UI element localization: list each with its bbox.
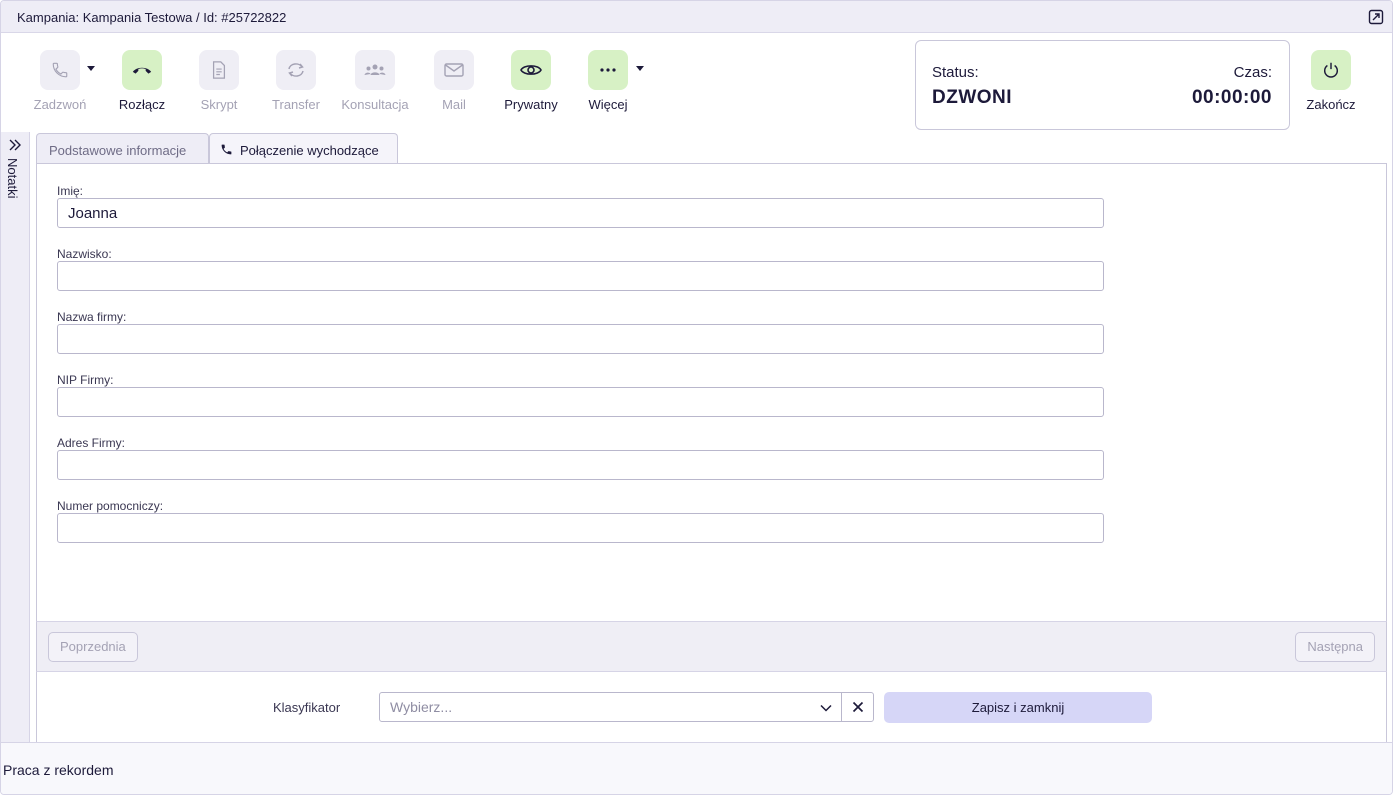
record-form: Imię: Nazwisko: Nazwa firmy: NIP Firmy: … [36, 163, 1387, 622]
call-button[interactable]: Zadzwoń [20, 50, 100, 112]
call-dropdown-caret[interactable] [87, 66, 95, 71]
footer-bar: Praca z rekordem [1, 742, 1392, 794]
last-name-input[interactable] [57, 261, 1104, 291]
transfer-icon [288, 63, 304, 77]
window-title: Kampania: Kampania Testowa / Id: #257228… [17, 10, 287, 25]
company-name-field: Nazwa firmy: [57, 310, 1104, 354]
last-name-field: Nazwisko: [57, 247, 1104, 291]
company-nip-label: NIP Firmy: [57, 373, 114, 387]
last-name-label: Nazwisko: [57, 247, 112, 261]
record-window: Kampania: Kampania Testowa / Id: #257228… [0, 0, 1393, 795]
hangup-icon [132, 67, 152, 74]
tab-outgoing-call[interactable]: Połączenie wychodzące [209, 133, 398, 164]
form-navigation: Poprzednia Następna [36, 621, 1387, 672]
more-icon [600, 68, 616, 72]
popout-icon[interactable] [1368, 9, 1384, 25]
call-status-panel: Status: DZWONI Czas: 00:00:00 [915, 40, 1290, 130]
company-nip-field: NIP Firmy: [57, 373, 1104, 417]
chevron-down-icon [820, 704, 832, 712]
classifier-clear-button[interactable] [841, 692, 874, 722]
mail-icon [444, 63, 464, 77]
classifier-placeholder: Wybierz... [390, 699, 453, 715]
transfer-button-label: Transfer [272, 97, 320, 112]
tab-basic-info-label: Podstawowe informacje [49, 143, 187, 158]
save-and-close-button[interactable]: Zapisz i zamknij [884, 692, 1152, 723]
time-value: 00:00:00 [1191, 87, 1272, 108]
finish-button-label: Zakończ [1306, 97, 1356, 112]
company-address-field: Adres Firmy: [57, 436, 1104, 480]
script-button-label: Skrypt [200, 97, 238, 112]
eye-icon [520, 65, 542, 75]
hangup-button[interactable]: Rozłącz [102, 50, 182, 112]
auxiliary-number-input[interactable] [57, 513, 1104, 543]
auxiliary-number-label: Numer pomocniczy: [57, 499, 164, 513]
document-icon [212, 61, 226, 79]
classifier-row: Klasyfikator Wybierz... Zapisz i zamknij [36, 672, 1387, 742]
consultation-button-label: Konsultacja [341, 97, 409, 112]
call-button-label: Zadzwoń [33, 97, 87, 112]
notes-toggle[interactable]: Notatki [1, 132, 30, 742]
company-name-input[interactable] [57, 324, 1104, 354]
power-icon [1323, 62, 1339, 78]
finish-button[interactable]: Zakończ [1291, 50, 1371, 112]
more-dropdown-caret[interactable] [636, 66, 644, 71]
time-label: Czas: [1233, 64, 1272, 81]
hangup-button-label: Rozłącz [118, 97, 166, 112]
mail-button-label: Mail [442, 97, 466, 112]
title-bar: Kampania: Kampania Testowa / Id: #257228… [1, 1, 1392, 33]
previous-button[interactable]: Poprzednia [48, 632, 138, 662]
status-value: DZWONI [932, 87, 1013, 108]
private-button[interactable]: Prywatny [491, 50, 571, 112]
footer-text: Praca z rekordem [3, 762, 114, 778]
company-address-label: Adres Firmy: [57, 436, 126, 450]
consultation-button[interactable]: Konsultacja [335, 50, 415, 112]
more-button-label: Więcej [588, 97, 628, 112]
call-toolbar: Zadzwoń Rozłącz Skrypt Transfer Konsulta… [1, 34, 1392, 132]
company-address-input[interactable] [57, 450, 1104, 480]
tab-basic-info[interactable]: Podstawowe informacje [36, 133, 209, 164]
phone-icon [52, 62, 68, 78]
status-label: Status: [932, 64, 979, 81]
mail-button[interactable]: Mail [414, 50, 494, 112]
first-name-input[interactable] [57, 198, 1104, 228]
first-name-label: Imię: [57, 184, 84, 198]
tab-outgoing-call-label: Połączenie wychodzące [240, 143, 379, 158]
next-button[interactable]: Następna [1295, 632, 1375, 662]
notes-label: Notatki [5, 158, 20, 199]
double-chevron-right-icon [9, 139, 21, 151]
phone-icon [221, 144, 232, 155]
private-button-label: Prywatny [504, 97, 558, 112]
first-name-field: Imię: [57, 184, 1104, 228]
more-button[interactable]: Więcej [568, 50, 648, 112]
company-nip-input[interactable] [57, 387, 1104, 417]
script-button[interactable]: Skrypt [179, 50, 259, 112]
classifier-select[interactable]: Wybierz... [379, 692, 842, 722]
classifier-label: Klasyfikator [273, 700, 341, 715]
close-icon [852, 701, 863, 713]
company-name-label: Nazwa firmy: [57, 310, 127, 324]
group-icon [364, 64, 386, 75]
auxiliary-number-field: Numer pomocniczy: [57, 499, 1104, 543]
transfer-button[interactable]: Transfer [256, 50, 336, 112]
